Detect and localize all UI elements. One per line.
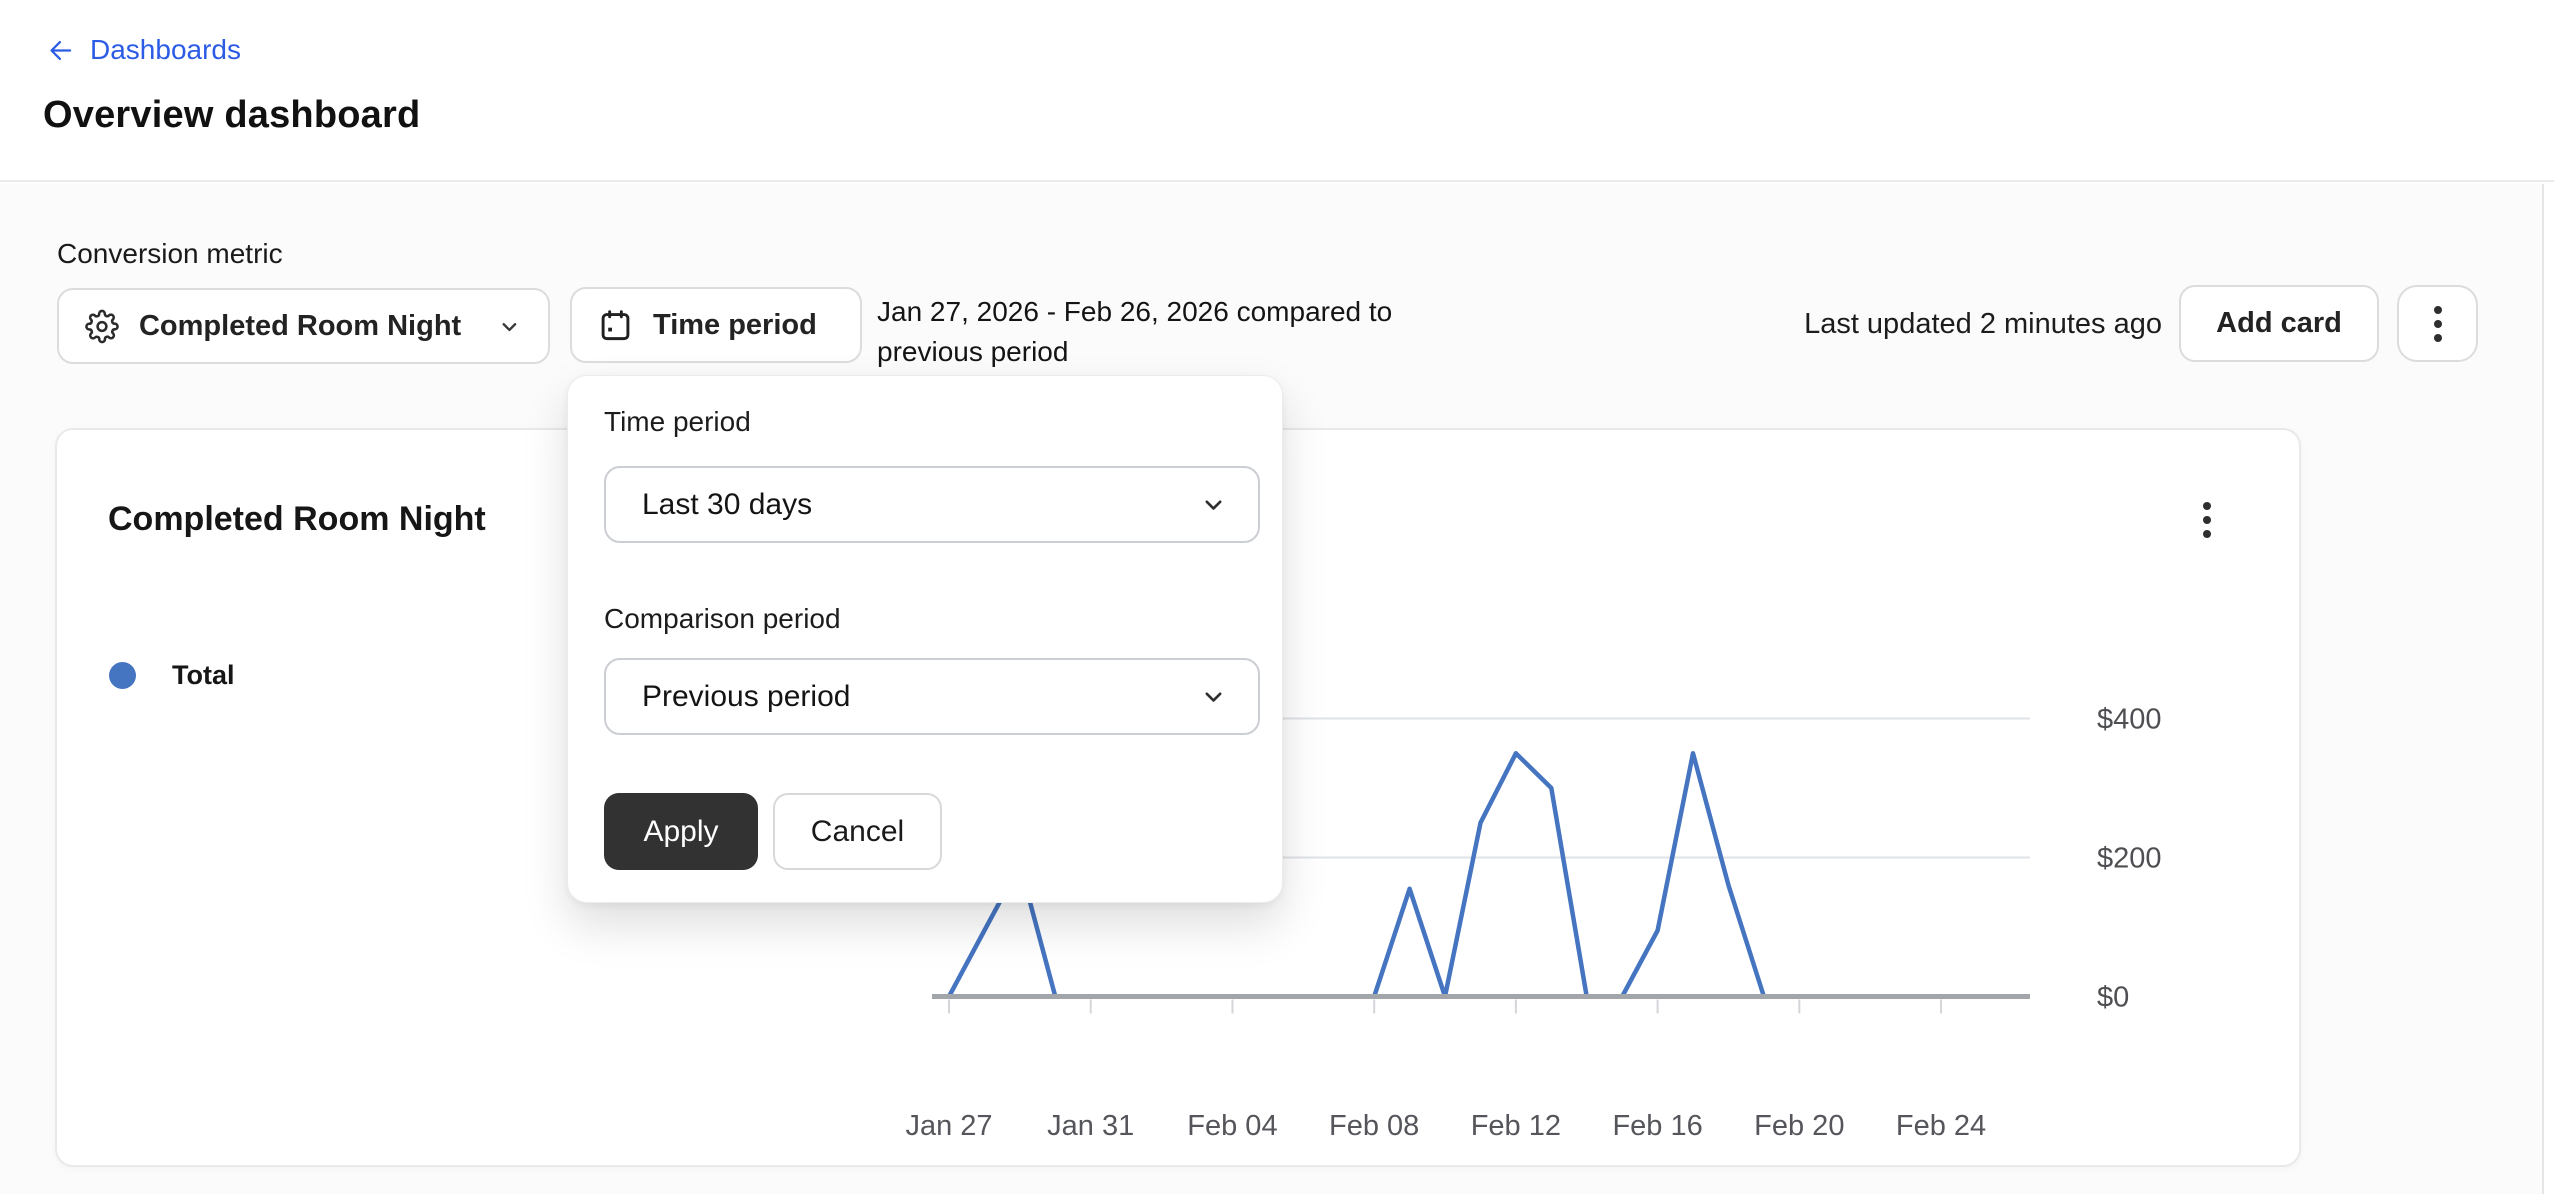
- add-card-button[interactable]: Add card: [2179, 285, 2379, 362]
- back-link-label: Dashboards: [90, 34, 241, 66]
- overview-dashboard-page: Dashboards Overview dashboard Conversion…: [0, 0, 2554, 1194]
- date-range-summary: Jan 27, 2026 - Feb 26, 2026 compared to …: [877, 292, 1392, 372]
- conversion-metric-select-button[interactable]: Completed Room Night: [57, 288, 550, 364]
- card-title: Completed Room Night: [108, 500, 486, 539]
- page-header: Dashboards Overview dashboard: [0, 0, 2554, 182]
- time-period-select[interactable]: Last 30 days: [604, 466, 1260, 543]
- legend-dot-total: [109, 662, 136, 689]
- popover-time-period-label: Time period: [604, 406, 751, 438]
- calendar-icon: [598, 308, 633, 343]
- conversion-metric-value: Completed Room Night: [139, 310, 461, 343]
- comparison-period-select[interactable]: Previous period: [604, 658, 1260, 735]
- time-period-popover: Time period Last 30 days Comparison peri…: [567, 375, 1283, 903]
- back-to-dashboards-link[interactable]: Dashboards: [44, 34, 241, 66]
- date-range-line1: Jan 27, 2026 - Feb 26, 2026 compared to: [877, 292, 1392, 332]
- chevron-down-icon: [497, 313, 522, 340]
- chart-legend: Total: [109, 660, 235, 691]
- time-period-button-label: Time period: [653, 309, 817, 342]
- time-period-button[interactable]: Time period: [570, 287, 862, 363]
- card-more-actions-button[interactable]: [2203, 502, 2211, 538]
- time-period-select-value: Last 30 days: [642, 488, 812, 522]
- last-updated-text: Last updated 2 minutes ago: [1804, 308, 2162, 341]
- gear-icon: [85, 308, 119, 345]
- popover-comparison-label: Comparison period: [604, 603, 841, 635]
- cancel-button[interactable]: Cancel: [773, 793, 942, 870]
- page-title: Overview dashboard: [43, 94, 420, 137]
- kebab-menu-icon: [2434, 306, 2442, 342]
- legend-label: Total: [172, 660, 235, 691]
- conversion-metric-label: Conversion metric: [57, 238, 283, 270]
- chevron-down-icon: [1199, 682, 1228, 711]
- dashboard-more-actions-button[interactable]: [2397, 285, 2478, 362]
- chevron-down-icon: [1199, 490, 1228, 519]
- apply-button[interactable]: Apply: [604, 793, 758, 870]
- add-card-label: Add card: [2216, 307, 2342, 340]
- arrow-left-icon: [44, 37, 77, 64]
- date-range-line2: previous period: [877, 332, 1392, 372]
- comparison-select-value: Previous period: [642, 680, 850, 714]
